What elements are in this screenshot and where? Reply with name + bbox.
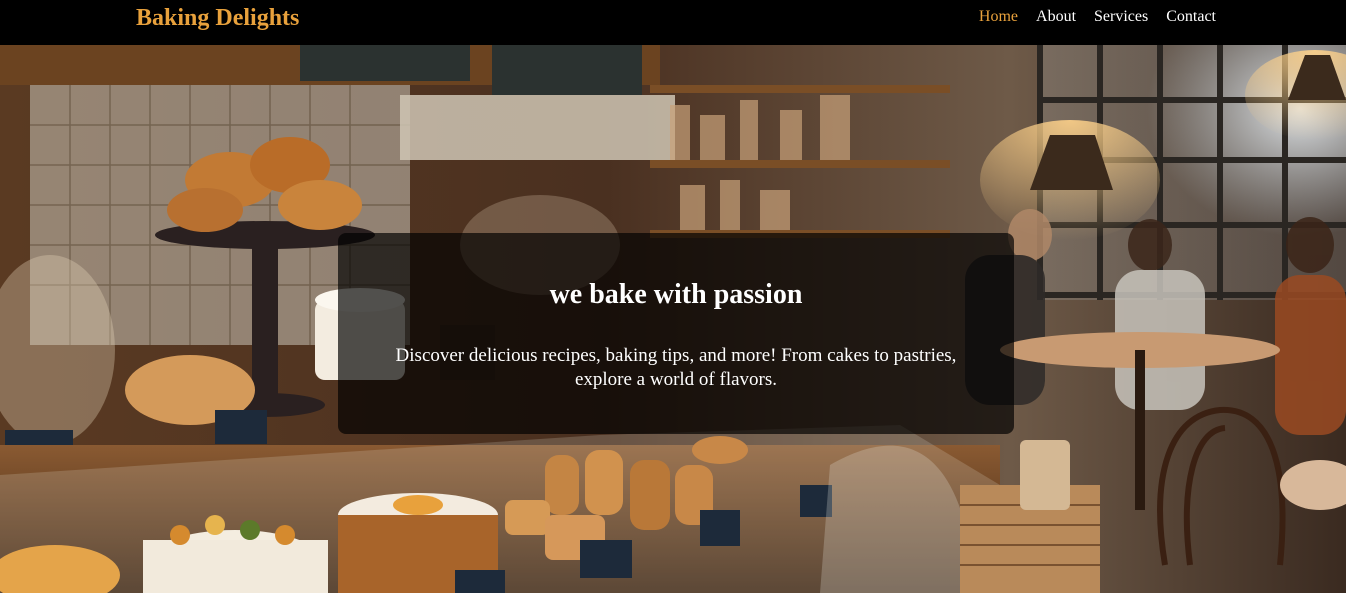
hero-overlay-card: we bake with passion Discover delicious …	[338, 233, 1014, 434]
hero-section: we bake with passion Discover delicious …	[0, 45, 1346, 593]
cafe-customers	[965, 209, 1346, 435]
brand-logo-text[interactable]: Baking Delights	[136, 3, 299, 33]
nav-links: Home About Services Contact	[979, 7, 1216, 27]
hero-description: Discover delicious recipes, baking tips,…	[395, 345, 957, 390]
top-navbar: Baking Delights Home About Services Cont…	[0, 0, 1346, 45]
nav-link-contact[interactable]: Contact	[1166, 7, 1216, 27]
nav-link-about[interactable]: About	[1036, 7, 1076, 27]
nav-link-services[interactable]: Services	[1094, 7, 1148, 27]
nav-link-home[interactable]: Home	[979, 7, 1018, 27]
hero-title: we bake with passion	[549, 279, 803, 310]
